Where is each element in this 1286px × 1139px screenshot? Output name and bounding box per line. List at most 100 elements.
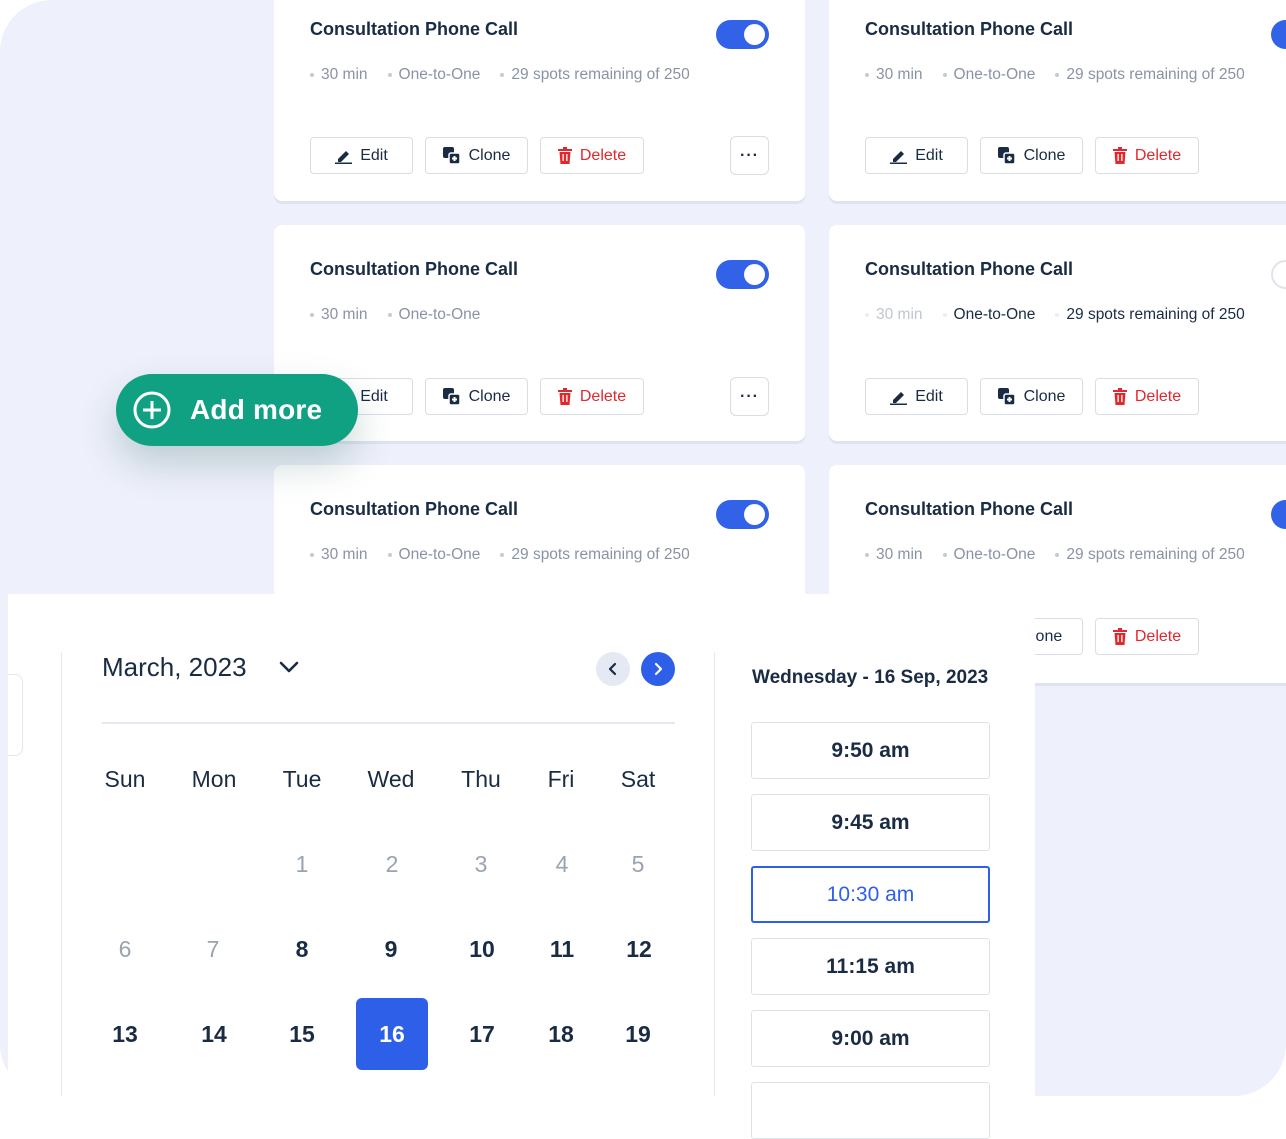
event-meta: 30 min One-to-One (310, 306, 500, 324)
weekday-label: Sun (104, 766, 146, 792)
calendar-day[interactable]: 18 (525, 998, 597, 1070)
chevron-down-icon[interactable] (278, 660, 300, 674)
edit-button[interactable]: Edit (310, 137, 413, 174)
trash-icon (557, 147, 572, 164)
divider (61, 652, 62, 1096)
event-title: Consultation Phone Call (865, 19, 1074, 39)
plus-circle-icon (133, 391, 171, 429)
calendar-day[interactable]: 4 (526, 828, 598, 900)
event-duration: 30 min (865, 66, 923, 84)
clone-button[interactable]: Clone (425, 137, 528, 174)
time-slot-selected[interactable]: 10:30 am (751, 866, 990, 923)
trash-icon (1112, 388, 1127, 405)
event-type: One-to-One (942, 306, 1035, 324)
more-options-button[interactable]: ··· (730, 136, 769, 175)
calendar-day[interactable]: 5 (602, 828, 674, 900)
calendar-day[interactable]: 2 (356, 828, 428, 900)
event-duration: 30 min (310, 546, 368, 564)
event-title: Consultation Phone Call (865, 259, 1074, 279)
event-toggle[interactable] (716, 500, 769, 529)
event-meta: 30 min One-to-One 29 spots remaining of … (865, 306, 1265, 324)
delete-button[interactable]: Delete (540, 137, 644, 174)
time-slot[interactable]: 9:45 am (751, 794, 990, 851)
event-title: Consultation Phone Call (310, 19, 519, 39)
calendar-day[interactable]: 8 (266, 913, 338, 985)
delete-button[interactable]: Delete (1095, 618, 1199, 655)
event-card: Consultation Phone Call 30 min One-to-On… (829, 225, 1286, 441)
trash-icon (1112, 147, 1127, 164)
chevron-right-icon (654, 662, 663, 676)
event-duration: 30 min (865, 306, 923, 324)
weekday-label: Wed (367, 766, 415, 792)
calendar-day[interactable]: 11 (526, 913, 598, 985)
calendar-day[interactable]: 6 (89, 913, 161, 985)
edit-button[interactable]: Edit (865, 137, 968, 174)
divider (714, 652, 715, 1096)
event-spots: 29 spots remaining of 250 (500, 66, 690, 84)
selected-date-heading: Wednesday - 16 Sep, 2023 (752, 667, 989, 688)
time-slot[interactable]: 9:50 am (751, 722, 990, 779)
clone-button[interactable]: Clone (425, 378, 528, 415)
weekday-label: Mon (191, 766, 237, 792)
previous-month-button[interactable] (596, 652, 630, 686)
delete-button[interactable]: Delete (1095, 378, 1199, 415)
calendar-day[interactable]: 10 (446, 913, 518, 985)
booking-calendar-panel: March, 2023 Sun Mon Tue Wed Thu Fri Sat … (8, 594, 1035, 1139)
event-toggle[interactable] (716, 260, 769, 289)
trash-icon (1112, 628, 1127, 645)
weekday-label: Thu (461, 766, 501, 792)
event-type: One-to-One (942, 546, 1035, 564)
clone-button[interactable]: Clone (980, 137, 1083, 174)
event-title: Consultation Phone Call (865, 499, 1074, 519)
event-toggle[interactable] (1271, 500, 1286, 529)
event-card: Consultation Phone Call 30 min One-to-On… (829, 0, 1286, 201)
calendar-day[interactable]: 12 (603, 913, 675, 985)
calendar-day[interactable]: 17 (446, 998, 518, 1070)
calendar-day[interactable]: 15 (266, 998, 338, 1070)
delete-button[interactable]: Delete (540, 378, 644, 415)
calendar-day[interactable]: 9 (355, 913, 427, 985)
edit-icon (890, 391, 908, 405)
divider (102, 722, 675, 724)
event-toggle[interactable] (716, 20, 769, 49)
calendar-day[interactable]: 3 (445, 828, 517, 900)
weekday-label: Fri (547, 766, 575, 792)
calendar-day[interactable]: 1 (266, 828, 338, 900)
time-slot[interactable] (751, 1082, 990, 1139)
weekday-label: Sat (620, 766, 656, 792)
event-title: Consultation Phone Call (310, 259, 519, 279)
calendar-day[interactable]: 19 (602, 998, 674, 1070)
edit-icon (335, 150, 353, 164)
calendar-day[interactable]: 7 (177, 913, 249, 985)
calendar-day[interactable]: 13 (89, 998, 161, 1070)
next-month-button[interactable] (641, 652, 675, 686)
weekday-label: Tue (282, 766, 322, 792)
event-meta: 30 min One-to-One 29 spots remaining of … (310, 546, 710, 564)
event-type: One-to-One (387, 66, 480, 84)
clone-icon (997, 388, 1016, 405)
clone-icon (442, 147, 461, 164)
calendar-day-selected[interactable]: 16 (356, 998, 428, 1070)
event-spots: 29 spots remaining of 250 (1055, 546, 1245, 564)
delete-button[interactable]: Delete (1095, 137, 1199, 174)
event-meta: 30 min One-to-One 29 spots remaining of … (865, 546, 1265, 564)
time-slot[interactable]: 9:00 am (751, 1010, 990, 1067)
calendar-day[interactable]: 14 (178, 998, 250, 1070)
event-title: Consultation Phone Call (310, 499, 519, 519)
clone-icon (997, 147, 1016, 164)
event-duration: 30 min (865, 546, 923, 564)
edit-icon (890, 150, 908, 164)
event-duration: 30 min (310, 66, 368, 84)
clone-button[interactable]: Clone (980, 378, 1083, 415)
add-more-button[interactable]: Add more (116, 374, 358, 446)
event-card: Consultation Phone Call 30 min One-to-On… (274, 0, 805, 201)
edit-button[interactable]: Edit (865, 378, 968, 415)
month-label: March, 2023 (102, 652, 247, 682)
event-toggle[interactable] (1271, 20, 1286, 49)
event-type: One-to-One (942, 66, 1035, 84)
time-slot[interactable]: 11:15 am (751, 938, 990, 995)
event-type: One-to-One (387, 546, 480, 564)
event-toggle[interactable] (1271, 260, 1286, 289)
more-options-button[interactable]: ··· (730, 377, 769, 416)
clone-icon (442, 388, 461, 405)
